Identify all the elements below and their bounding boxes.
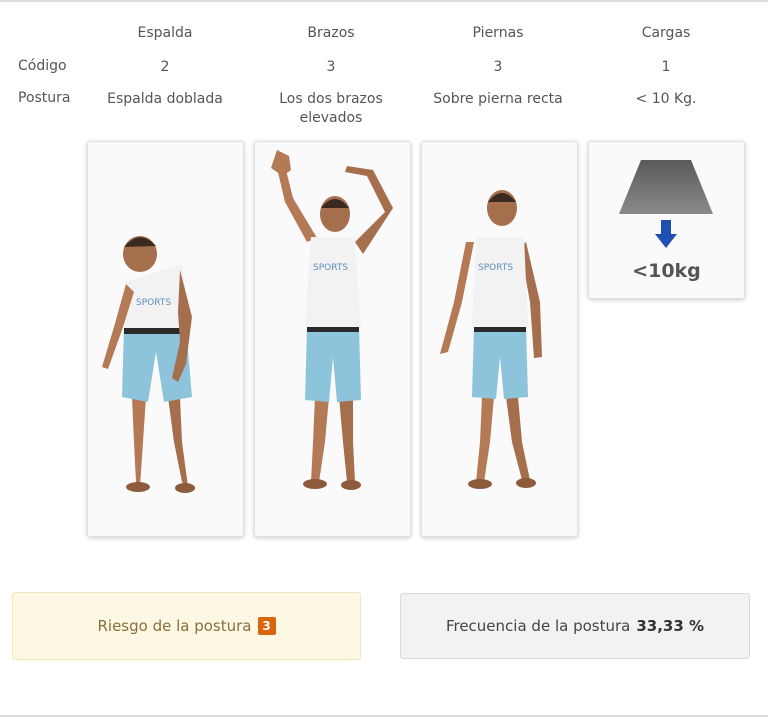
figure-standing-image: SPORTS <box>440 190 542 489</box>
svg-text:SPORTS: SPORTS <box>136 298 171 308</box>
postura-espalda: Espalda doblada <box>107 91 223 107</box>
postura-brazos: Los dos brazos elevados <box>279 91 383 126</box>
figure-back-bent-image: SPORTS <box>102 236 195 493</box>
posture-card-espalda: SPORTS <box>87 141 244 537</box>
figure-arms-raised-image: SPORTS <box>271 150 393 490</box>
frequency-value: 33,33 % <box>636 617 705 635</box>
postura-piernas: Sobre pierna recta <box>433 91 563 107</box>
codigo-cargas: 1 <box>661 59 671 75</box>
top-border <box>0 0 768 2</box>
codigo-brazos: 3 <box>326 59 336 75</box>
column-header-espalda: Espalda <box>137 25 193 41</box>
svg-text:SPORTS: SPORTS <box>478 263 513 273</box>
row-label-codigo: Código <box>18 58 67 74</box>
weight-load-icon <box>619 160 713 248</box>
codigo-espalda: 2 <box>160 59 170 75</box>
svg-text:SPORTS: SPORTS <box>313 263 348 273</box>
posture-card-brazos: SPORTS <box>254 141 411 537</box>
codigo-piernas: 3 <box>493 59 503 75</box>
posture-risk-panel: Riesgo de la postura 3 <box>12 592 361 660</box>
row-label-postura: Postura <box>18 90 71 106</box>
posture-card-piernas: SPORTS <box>421 141 578 537</box>
posture-frequency-panel: Frecuencia de la postura 33,33 % <box>400 593 750 659</box>
load-card-cargas: <10kg <box>588 141 745 299</box>
risk-badge: 3 <box>257 617 276 635</box>
postura-cargas: < 10 Kg. <box>635 91 697 107</box>
frequency-label: Frecuencia de la postura <box>445 617 631 635</box>
column-header-cargas: Cargas <box>641 25 691 41</box>
column-header-piernas: Piernas <box>472 25 524 41</box>
bottom-border <box>0 715 768 717</box>
column-header-brazos: Brazos <box>307 25 355 41</box>
load-label: <10kg <box>632 260 701 282</box>
risk-label: Riesgo de la postura <box>97 617 252 635</box>
